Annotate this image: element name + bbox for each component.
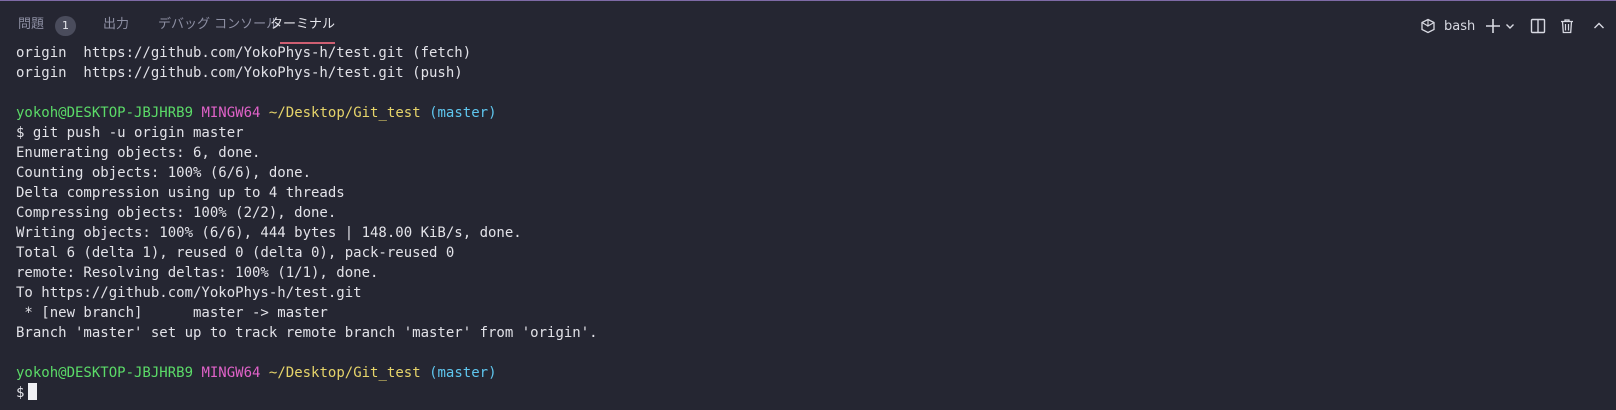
terminal-text: remote: Resolving deltas: 100% (1/1), do… <box>16 265 379 281</box>
problems-count-badge: 1 <box>55 16 76 36</box>
prompt-path: ~/Desktop/Git_test <box>268 365 421 381</box>
tab-debug-console[interactable]: デバッグ コンソール <box>158 15 279 35</box>
terminal-text: Writing objects: 100% (6/6), 444 bytes |… <box>16 225 522 241</box>
terminal-text: origin https://github.com/YokoPhys-h/tes… <box>16 65 463 81</box>
terminal-text: Delta compression using up to 4 threads <box>16 185 345 201</box>
prompt-branch: (master) <box>429 105 497 121</box>
split-terminal-button[interactable] <box>1528 15 1548 37</box>
tab-terminal[interactable]: ターミナル <box>270 15 336 44</box>
terminal-output-line: origin https://github.com/YokoPhys-h/tes… <box>16 43 598 63</box>
panel-tab-bar: 問題 1 出力 デバッグ コンソール ターミナル bash <box>0 1 1616 47</box>
terminal-output-line: $ git push -u origin master <box>16 123 598 143</box>
terminal-text: To https://github.com/YokoPhys-h/test.gi… <box>16 285 362 301</box>
tab-debug-console-label: デバッグ コンソール <box>158 17 280 32</box>
terminal-text: * [new branch] master -> master <box>16 305 328 321</box>
terminal-panel: 問題 1 出力 デバッグ コンソール ターミナル bash origin htt… <box>0 0 1616 410</box>
terminal-text: Branch 'master' set up to track remote b… <box>16 325 598 341</box>
terminal-output-line: remote: Resolving deltas: 100% (1/1), do… <box>16 263 598 283</box>
terminal-output-line: Writing objects: 100% (6/6), 444 bytes |… <box>16 223 598 243</box>
tab-problems-label: 問題 <box>18 17 45 32</box>
kill-terminal-button[interactable] <box>1557 15 1577 37</box>
terminal-output-line: Enumerating objects: 6, done. <box>16 143 598 163</box>
terminal-output[interactable]: origin https://github.com/YokoPhys-h/tes… <box>16 43 598 403</box>
chevron-down-icon <box>1506 24 1514 29</box>
terminal-output-line: Compressing objects: 100% (2/2), done. <box>16 203 598 223</box>
terminal-output-line: * [new branch] master -> master <box>16 303 598 323</box>
terminal-input-line: $ <box>16 383 598 403</box>
terminal-text: Compressing objects: 100% (2/2), done. <box>16 205 337 221</box>
prompt-user: yokoh@DESKTOP-JBJHRB9 <box>16 105 194 121</box>
prompt-system: MINGW64 <box>201 105 261 121</box>
prompt-symbol: $ <box>16 385 25 401</box>
maximize-panel-button[interactable] <box>1590 15 1608 37</box>
prompt-path: ~/Desktop/Git_test <box>268 105 421 121</box>
prompt-system: MINGW64 <box>201 365 261 381</box>
trash-icon <box>1561 19 1573 34</box>
shell-selector[interactable]: bash <box>1420 15 1475 37</box>
terminal-text: origin https://github.com/YokoPhys-h/tes… <box>16 45 472 61</box>
tab-problems[interactable]: 問題 <box>18 15 44 35</box>
tab-output[interactable]: 出力 <box>103 15 129 35</box>
terminal-prompt-line: yokoh@DESKTOP-JBJHRB9 MINGW64 ~/Desktop/… <box>16 103 598 123</box>
new-terminal-button[interactable] <box>1483 15 1503 37</box>
prompt-branch: (master) <box>429 365 497 381</box>
terminal-icon <box>1421 18 1435 34</box>
terminal-text: $ git push -u origin master <box>16 125 244 141</box>
terminal-prompt-line: yokoh@DESKTOP-JBJHRB9 MINGW64 ~/Desktop/… <box>16 363 598 383</box>
split-icon <box>1530 18 1546 34</box>
prompt-user: yokoh@DESKTOP-JBJHRB9 <box>16 365 194 381</box>
terminal-output-line: Delta compression using up to 4 threads <box>16 183 598 203</box>
terminal-output-line: Branch 'master' set up to track remote b… <box>16 323 598 343</box>
shell-name: bash <box>1444 18 1476 34</box>
plus-icon <box>1486 19 1500 33</box>
terminal-output-line: To https://github.com/YokoPhys-h/test.gi… <box>16 283 598 303</box>
tab-terminal-label: ターミナル <box>270 17 336 32</box>
terminal-cursor <box>28 383 38 400</box>
terminal-output-line: Counting objects: 100% (6/6), done. <box>16 163 598 183</box>
terminal-output-line: Total 6 (delta 1), reused 0 (delta 0), p… <box>16 243 598 263</box>
tab-output-label: 出力 <box>103 17 130 32</box>
terminal-text: Total 6 (delta 1), reused 0 (delta 0), p… <box>16 245 455 261</box>
terminal-text: Enumerating objects: 6, done. <box>16 145 261 161</box>
chevron-up-icon <box>1594 22 1604 29</box>
terminal-dropdown-button[interactable] <box>1503 15 1517 37</box>
terminal-output-line: origin https://github.com/YokoPhys-h/tes… <box>16 63 598 83</box>
terminal-text: Counting objects: 100% (6/6), done. <box>16 165 312 181</box>
